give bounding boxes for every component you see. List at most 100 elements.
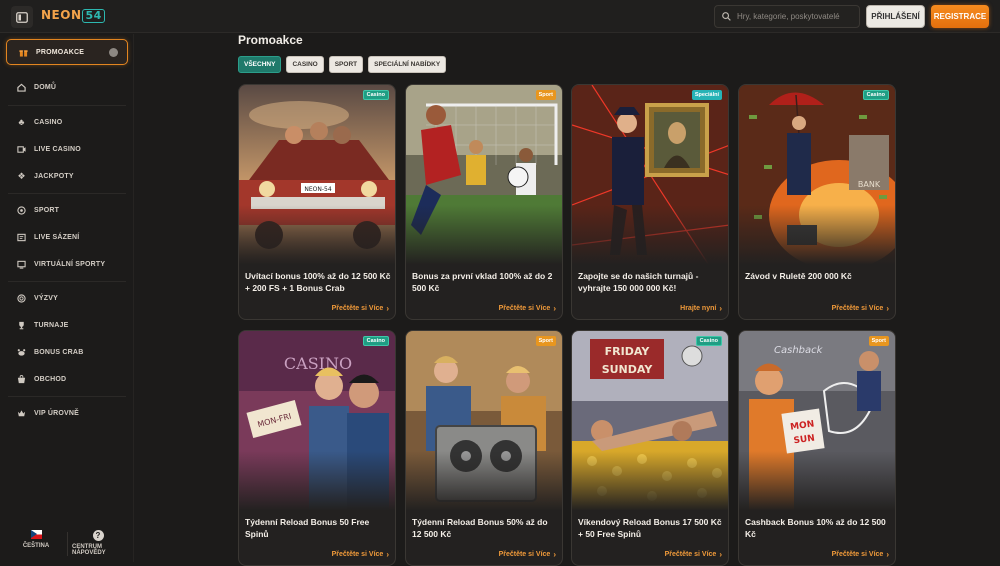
language-label: ČEŠTINA bbox=[22, 543, 50, 549]
sidebar: PROMOAKCE DOMŮ ♣ CASINO LIVE CASINO ❖ JA… bbox=[0, 34, 134, 562]
help-icon: ? bbox=[92, 530, 104, 541]
register-button[interactable]: REGISTRACE bbox=[931, 5, 989, 28]
card-title: Uvítací bonus 100% až do 12 500 Kč + 200… bbox=[245, 271, 391, 293]
language-selector[interactable]: ČEŠTINA bbox=[16, 530, 56, 549]
clubs-icon: ♣ bbox=[18, 116, 25, 127]
card-title: Bonus za první vklad 100% až do 2 500 Kč bbox=[412, 271, 553, 293]
page-title: Promoakce bbox=[238, 33, 303, 47]
promo-card[interactable]: Sport Bonus za první vklad 100% až do 2 … bbox=[405, 84, 563, 320]
sidebar-item-bonus-crab[interactable]: BONUS CRAB bbox=[17, 344, 83, 360]
card-tag: Speciální bbox=[691, 90, 722, 100]
sidebar-divider bbox=[8, 281, 126, 282]
footer-divider bbox=[67, 532, 68, 556]
sidebar-item-virtualni-sporty[interactable]: VIRTUÁLNÍ SPORTY bbox=[17, 256, 105, 272]
bank-sign-text: BANK bbox=[858, 180, 881, 189]
promo-card[interactable]: NEON-54 Casino Uvítací bonus 100% až do … bbox=[238, 84, 396, 320]
card-fade bbox=[572, 451, 728, 521]
filter-sport[interactable]: SPORT bbox=[328, 56, 364, 73]
chevron-right-icon: › bbox=[553, 550, 556, 559]
card-fade bbox=[239, 451, 395, 521]
filter-chips: VŠECHNY CASINO SPORT SPECIÁLNÍ NABÍDKY bbox=[238, 56, 447, 73]
card-link[interactable]: Přečtěte si Více › bbox=[499, 550, 556, 559]
help-label: CENTRUM NÁPOVĚDY bbox=[72, 544, 106, 556]
sidebar-item-turnaje[interactable]: TURNAJE bbox=[17, 317, 68, 333]
sidebar-item-label: DOMŮ bbox=[34, 83, 57, 91]
sidebar-item-sport[interactable]: SPORT bbox=[17, 202, 59, 218]
chevron-right-icon: › bbox=[719, 550, 722, 559]
sidebar-item-promoakce[interactable]: PROMOAKCE bbox=[6, 39, 128, 65]
sidebar-item-label: LIVE SÁZENÍ bbox=[34, 233, 80, 241]
sidebar-item-jackpoty[interactable]: ❖ JACKPOTY bbox=[17, 168, 74, 184]
search-box[interactable] bbox=[714, 5, 860, 28]
card-link-label: Přečtěte si Více bbox=[831, 305, 884, 312]
search-input[interactable] bbox=[737, 12, 857, 21]
card-title: Týdenní Reload Bonus 50 Free Spinů bbox=[245, 517, 370, 539]
card-link-label: Přečtěte si Více bbox=[498, 551, 551, 558]
login-button[interactable]: PŘIHLÁŠENÍ bbox=[866, 5, 925, 28]
card-link[interactable]: Přečtěte si Více › bbox=[832, 550, 889, 559]
chevron-right-icon: › bbox=[719, 304, 722, 313]
home-icon bbox=[17, 83, 26, 92]
card-fade bbox=[406, 451, 562, 521]
sidebar-item-live-sazeni[interactable]: LIVE SÁZENÍ bbox=[17, 229, 79, 245]
filter-all[interactable]: VŠECHNY bbox=[238, 56, 282, 73]
card-link[interactable]: Přečtěte si Více › bbox=[499, 304, 556, 313]
card-link[interactable]: Přečtěte si Více › bbox=[332, 304, 389, 313]
sidebar-item-label: VIP ÚROVNĚ bbox=[34, 409, 80, 417]
crab-icon bbox=[17, 348, 26, 357]
sidebar-item-obchod[interactable]: OBCHOD bbox=[17, 371, 66, 387]
promo-card[interactable]: BANK Casino Závod v Ruletě 200 000 Kč Př… bbox=[738, 84, 896, 320]
card-tag: Sport bbox=[535, 90, 556, 100]
filter-casino[interactable]: CASINO bbox=[286, 56, 324, 73]
card-tag: Casino bbox=[362, 90, 389, 100]
search-icon bbox=[722, 12, 731, 21]
czech-flag-icon bbox=[30, 530, 42, 539]
card-link-label: Přečtěte si Více bbox=[831, 551, 884, 558]
sidebar-item-label: OBCHOD bbox=[34, 375, 67, 383]
sidebar-item-label: TURNAJE bbox=[34, 321, 69, 329]
site-logo[interactable]: NEON 54 bbox=[41, 8, 105, 23]
filter-special[interactable]: SPECIÁLNÍ NABÍDKY bbox=[368, 56, 447, 73]
card-link[interactable]: Přečtěte si Více › bbox=[832, 304, 889, 313]
card-title: Víkendový Reload Bonus 17 500 Kč + 50 Fr… bbox=[578, 517, 722, 539]
card-title: Týdenní Reload Bonus 50% až do 12 500 Kč bbox=[412, 517, 548, 539]
license-plate-text: NEON-54 bbox=[304, 186, 331, 193]
card-link[interactable]: Přečtěte si Více › bbox=[332, 550, 389, 559]
promo-card[interactable]: Cashback MON SUN Sport Cashback Bonus 10… bbox=[738, 330, 896, 566]
sidebar-divider bbox=[8, 193, 126, 194]
card-fade bbox=[239, 205, 395, 275]
promo-card[interactable]: FRIDAY SUNDAY Casino Víkendový Reload Bo… bbox=[571, 330, 729, 566]
card-link[interactable]: Hrajte nyní › bbox=[680, 304, 722, 313]
sidebar-divider bbox=[8, 105, 126, 106]
card-link-label: Přečtěte si Více bbox=[331, 305, 384, 312]
sidebar-item-label: BONUS CRAB bbox=[34, 348, 84, 356]
help-center-link[interactable]: ? CENTRUM NÁPOVĚDY bbox=[72, 530, 124, 556]
casino-sign-text: CASINO bbox=[284, 354, 352, 373]
cashback-text: Cashback bbox=[774, 345, 824, 356]
card-tag: Casino bbox=[362, 336, 389, 346]
sidebar-item-vyzvy[interactable]: VÝZVY bbox=[17, 290, 58, 306]
promo-card[interactable]: CASINO MON-FRI Casino Týdenní Reload Bon… bbox=[238, 330, 396, 566]
card-title: Závod v Ruletě 200 000 Kč bbox=[745, 271, 852, 281]
live-bet-icon bbox=[17, 233, 26, 242]
card-link[interactable]: Přečtěte si Více › bbox=[665, 550, 722, 559]
chevron-right-icon: › bbox=[386, 550, 389, 559]
card-tag: Sport bbox=[868, 336, 889, 346]
card-fade bbox=[739, 451, 895, 521]
card-fade bbox=[406, 205, 562, 275]
sidebar-item-vip-urovne[interactable]: VIP ÚROVNĚ bbox=[17, 405, 79, 421]
sidebar-item-live-casino[interactable]: LIVE CASINO bbox=[17, 141, 81, 157]
sidebar-item-label: LIVE CASINO bbox=[34, 145, 81, 153]
sidebar-item-casino[interactable]: ♣ CASINO bbox=[17, 114, 63, 130]
sidebar-item-label: CASINO bbox=[34, 118, 63, 126]
promo-badge-icon bbox=[109, 48, 118, 57]
promo-card[interactable]: Speciální Zapojte se do našich turnajů -… bbox=[571, 84, 729, 320]
menu-toggle-button[interactable] bbox=[11, 6, 33, 28]
chevron-right-icon: › bbox=[553, 304, 556, 313]
sidebar-item-domu[interactable]: DOMŮ bbox=[17, 79, 56, 95]
promo-card[interactable]: Sport Týdenní Reload Bonus 50% až do 12 … bbox=[405, 330, 563, 566]
sidebar-item-label: VIRTUÁLNÍ SPORTY bbox=[34, 260, 106, 268]
logo-text: NEON bbox=[41, 8, 82, 22]
friday-text: FRIDAY bbox=[605, 345, 651, 358]
trophy-icon bbox=[17, 321, 26, 330]
